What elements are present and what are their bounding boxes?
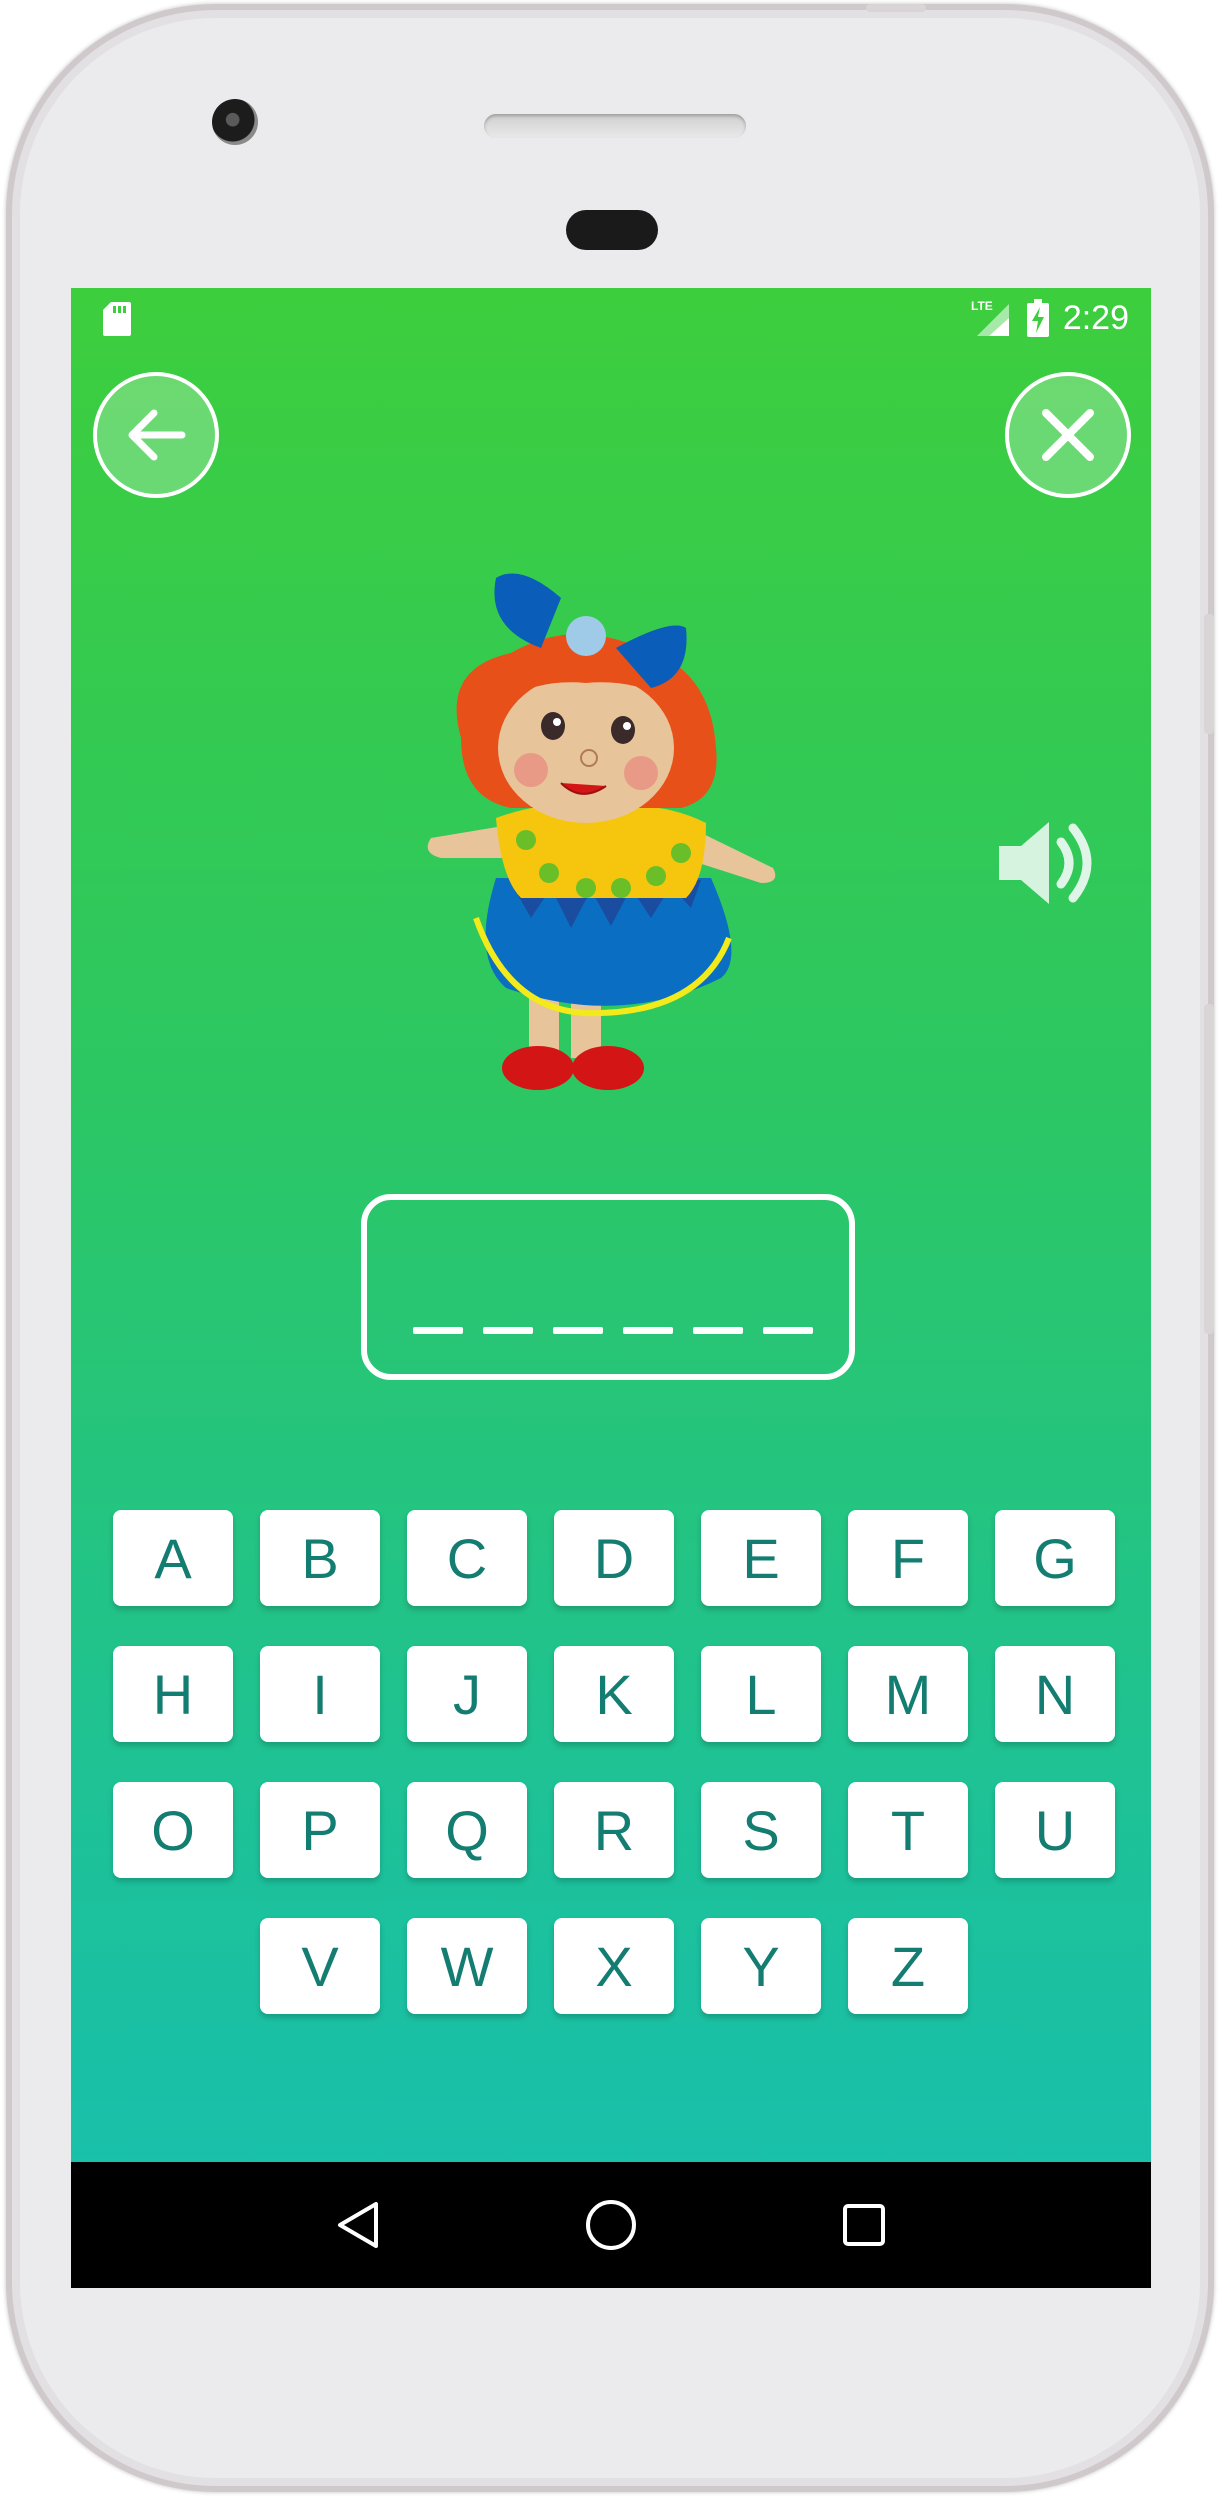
key-o[interactable]: O: [113, 1782, 233, 1878]
key-c[interactable]: C: [407, 1510, 527, 1606]
keyboard-row: ABCDEFG: [109, 1510, 1119, 1606]
answer-slot: [763, 1327, 813, 1334]
key-t[interactable]: T: [848, 1782, 968, 1878]
key-m[interactable]: M: [848, 1646, 968, 1742]
app-screen: LTE 2:29 A B C D E F G H I J K L M N O P…: [71, 288, 1151, 2288]
key-y[interactable]: Y: [701, 1918, 821, 2014]
nav-home-button[interactable]: [581, 2195, 641, 2255]
key-p[interactable]: P: [260, 1782, 380, 1878]
key-d[interactable]: D: [554, 1510, 674, 1606]
key-r[interactable]: R: [554, 1782, 674, 1878]
navigation-bar: [71, 2162, 1151, 2288]
key-j[interactable]: J: [407, 1646, 527, 1742]
status-icons: LTE 2:29: [969, 298, 1129, 338]
svg-text:LTE: LTE: [971, 299, 993, 313]
close-icon: [1042, 409, 1094, 461]
battery-charging-icon: [1026, 299, 1049, 337]
status-time: 2:29: [1062, 298, 1129, 337]
key-i[interactable]: I: [260, 1646, 380, 1742]
back-triangle-icon: [337, 2202, 378, 2248]
key-h[interactable]: H: [113, 1646, 233, 1742]
power-button-top: [866, 4, 926, 12]
key-g[interactable]: G: [995, 1510, 1115, 1606]
earpiece-speaker: [484, 114, 746, 138]
key-x[interactable]: X: [554, 1918, 674, 2014]
proximity-sensor: [566, 210, 658, 250]
key-b[interactable]: B: [260, 1510, 380, 1606]
lte-signal-icon: LTE: [971, 299, 1009, 336]
nav-back-button[interactable]: [328, 2195, 388, 2255]
sd-card-icon: [103, 302, 131, 336]
front-camera: [212, 99, 258, 145]
answer-slot: [553, 1327, 603, 1334]
letter-keyboard: ABCDEFG HIJKLMN OPQRSTU VWXYZ: [109, 1510, 1119, 2054]
answer-slot: [413, 1327, 463, 1334]
phone-frame: LTE 2:29 A B C D E F G H I J K L M N O P…: [6, 4, 1214, 2492]
doll-image: [427, 573, 776, 1090]
key-a[interactable]: A: [113, 1510, 233, 1606]
key-v[interactable]: V: [260, 1918, 380, 2014]
key-u[interactable]: U: [995, 1782, 1115, 1878]
key-n[interactable]: N: [995, 1646, 1115, 1742]
status-bar: LTE 2:29: [71, 288, 1151, 348]
home-circle-icon: [585, 2200, 636, 2250]
key-q[interactable]: Q: [407, 1782, 527, 1878]
key-s[interactable]: S: [701, 1782, 821, 1878]
answer-slot: [623, 1327, 673, 1334]
close-button[interactable]: [1005, 372, 1131, 498]
answer-slot: [693, 1327, 743, 1334]
back-button[interactable]: [93, 372, 219, 498]
nav-recents-button[interactable]: [834, 2195, 894, 2255]
key-k[interactable]: K: [554, 1646, 674, 1742]
key-w[interactable]: W: [407, 1918, 527, 2014]
key-e[interactable]: E: [701, 1510, 821, 1606]
volume-buttons: [1204, 1004, 1214, 1334]
keyboard-row: OPQRSTU: [109, 1782, 1119, 1878]
arrow-left-icon: [128, 409, 186, 461]
answer-slot: [483, 1327, 533, 1334]
keyboard-row: HIJKLMN: [109, 1646, 1119, 1742]
key-f[interactable]: F: [848, 1510, 968, 1606]
recents-square-icon: [843, 2204, 886, 2246]
key-z[interactable]: Z: [848, 1918, 968, 2014]
key-l[interactable]: L: [701, 1646, 821, 1742]
speaker-icon[interactable]: [989, 808, 1099, 918]
power-button: [1204, 614, 1214, 734]
keyboard-row: VWXYZ: [109, 1918, 1119, 2014]
answer-box: [361, 1194, 855, 1380]
answer-slots: [413, 1327, 813, 1334]
